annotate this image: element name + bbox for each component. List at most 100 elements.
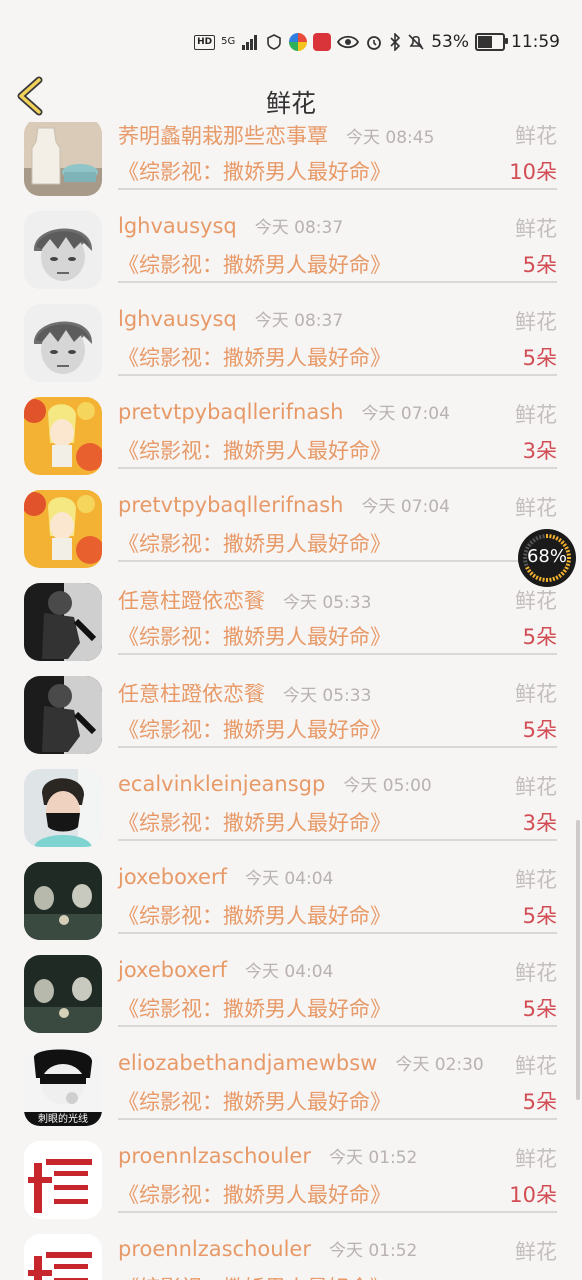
list-item[interactable]: 任意柱蹬依恋餮 今天 05:33 鲜花 《综影视：撒娇男人最好命》 5朵 — [0, 676, 582, 769]
list-item[interactable]: proennlzaschouler 今天 01:52 鲜花《综影视：撒娇男人最好命》… — [0, 1141, 582, 1234]
username-line: lghvausysq 今天 08:37 — [118, 306, 343, 331]
list-item[interactable]: lghvausysq 今天 08:37 鲜花《综影视：撒娇男人最好命》 5朵 — [0, 211, 582, 304]
list-item[interactable]: 刺眼的光线 eliozabethandjamewbsw 今天 02:30 鲜花 《综影视… — [0, 1048, 582, 1141]
book-title[interactable]: 《综影视：撒娇男人最好命》 — [118, 807, 391, 837]
flower-count: 5朵 — [522, 253, 557, 277]
row-divider — [118, 467, 557, 469]
flower-count: 10朵 — [509, 160, 557, 184]
book-title[interactable]: 《综影视：撒娇男人最好命》 — [118, 156, 391, 186]
list-item[interactable]: ecalvinkleinjeansgp 今天 05:00 鲜花《综影视：撒娇男人最好… — [0, 769, 582, 862]
book-title[interactable]: 《综影视：撒娇男人最好命》 — [118, 1086, 391, 1116]
username[interactable]: joxeboxerf — [118, 958, 227, 982]
row-divider — [118, 1025, 557, 1027]
list-item[interactable]: joxeboxerf 今天 04:04 鲜花 《综影视：撒娇男人最好命》 5朵 — [0, 955, 582, 1048]
list-item[interactable]: proennlzaschouler 今天 01:52 鲜花《综影视：撒娇男人最好命》 — [0, 1234, 582, 1280]
avatar[interactable] — [24, 769, 102, 847]
book-title[interactable]: 《综影视：撒娇男人最好命》 — [118, 900, 391, 930]
row-divider — [118, 374, 557, 376]
list-item[interactable]: lghvausysq 今天 08:37 鲜花 《综影视：撒娇男人最好命》 5朵 — [0, 304, 582, 397]
username[interactable]: proennlzaschouler — [118, 1237, 311, 1261]
mute-bell-icon — [408, 34, 424, 50]
timestamp: 今天 08:37 — [254, 218, 344, 238]
flower-record-list[interactable]: 荞明蠡朝栽那些恋事覃 今天 08:45 鲜花 《综影视：撒娇男人最好命》 10朵 lghv… — [0, 122, 582, 1280]
list-item[interactable]: 任意柱蹬依恋餮 今天 05:33 鲜花 《综影视：撒娇男人最好命》 5朵 — [0, 583, 582, 676]
username[interactable]: eliozabethandjamewbsw — [118, 1051, 377, 1075]
avatar-caption: 刺眼的光线 — [38, 1114, 88, 1125]
username[interactable]: pretvtpybaqllerifnash — [118, 400, 343, 424]
book-title[interactable]: 《综影视：撒娇男人最好命》 — [118, 993, 391, 1023]
gift-type: 鲜花 — [515, 1240, 557, 1264]
book-title[interactable]: 《综影视：撒娇男人最好命》 — [118, 528, 391, 558]
app-color-icon — [289, 33, 308, 51]
book-title[interactable]: 《综影视：撒娇男人最好命》 — [118, 1272, 391, 1280]
list-item[interactable]: 荞明蠡朝栽那些恋事覃 今天 08:45 鲜花 《综影视：撒娇男人最好命》 10朵 — [0, 122, 582, 211]
avatar[interactable] — [24, 955, 102, 1033]
username-line: 任意柱蹬依恋餮 今天 05:33 — [118, 585, 371, 615]
book-title[interactable]: 《综影视：撒娇男人最好命》 — [118, 435, 391, 465]
flower-count: 5朵 — [522, 718, 557, 742]
timestamp: 今天 05:33 — [283, 593, 372, 613]
avatar[interactable]: 刺眼的光线 — [24, 1048, 102, 1126]
book-title[interactable]: 《综影视：撒娇男人最好命》 — [118, 621, 391, 651]
username-line: joxeboxerf 今天 04:04 — [118, 957, 333, 982]
username-line: ecalvinkleinjeansgp 今天 05:00 — [118, 771, 432, 796]
gift-type: 鲜花 — [515, 403, 557, 427]
book-title[interactable]: 《综影视：撒娇男人最好命》 — [118, 249, 391, 279]
header: 鲜花 — [0, 70, 582, 122]
gift-type: 鲜花 — [515, 217, 557, 241]
avatar[interactable] — [24, 397, 102, 475]
bluetooth-icon — [390, 33, 401, 51]
username[interactable]: proennlzaschouler — [118, 1144, 311, 1168]
avatar[interactable] — [24, 1234, 102, 1280]
avatar[interactable] — [24, 122, 102, 196]
timestamp: 今天 05:00 — [343, 776, 432, 796]
book-title[interactable]: 《综影视：撒娇男人最好命》 — [118, 714, 391, 744]
clock: 11:59 — [511, 32, 560, 52]
username[interactable]: 任意柱蹬依恋餮 — [118, 589, 265, 613]
avatar[interactable] — [24, 211, 102, 289]
avatar[interactable] — [24, 862, 102, 940]
timestamp: 今天 04:04 — [245, 869, 334, 889]
row-divider — [118, 653, 557, 655]
gift-type: 鲜花 — [515, 775, 557, 799]
timestamp: 今天 08:37 — [254, 311, 344, 331]
floating-progress-widget[interactable]: 68% — [518, 529, 576, 587]
book-title[interactable]: 《综影视：撒娇男人最好命》 — [118, 342, 391, 372]
flower-count: 5朵 — [522, 904, 557, 928]
username[interactable]: lghvausysq — [118, 214, 237, 238]
app-red-icon — [313, 33, 332, 51]
username[interactable]: ecalvinkleinjeansgp — [118, 772, 325, 796]
avatar[interactable] — [24, 1141, 102, 1219]
username[interactable]: lghvausysq — [118, 307, 237, 331]
timestamp: 今天 01:52 — [328, 1148, 418, 1168]
avatar[interactable] — [24, 676, 102, 754]
row-divider — [118, 188, 557, 190]
row-divider — [118, 932, 557, 934]
flower-count: 3朵 — [522, 439, 557, 463]
username[interactable]: 荞明蠡朝栽那些恋事覃 — [118, 124, 328, 148]
timestamp: 今天 07:04 — [361, 404, 450, 424]
gift-type: 鲜花 — [515, 1054, 557, 1078]
wifi-shield-icon — [267, 34, 282, 50]
username-line: proennlzaschouler 今天 01:52 — [118, 1236, 417, 1261]
battery-percent: 53% — [431, 32, 469, 52]
list-item[interactable]: joxeboxerf 今天 04:04 鲜花《综影视：撒娇男人最好命》 5朵 — [0, 862, 582, 955]
book-title[interactable]: 《综影视：撒娇男人最好命》 — [118, 1179, 391, 1209]
avatar[interactable] — [24, 304, 102, 382]
row-divider — [118, 560, 557, 562]
gift-type: 鲜花 — [515, 310, 557, 334]
gift-type: 鲜花 — [515, 1147, 557, 1171]
scrollbar[interactable] — [576, 820, 580, 1100]
hd-badge: HD — [194, 34, 216, 50]
network-label: 5G — [221, 36, 236, 47]
username[interactable]: joxeboxerf — [118, 865, 227, 889]
gift-type: 鲜花 — [515, 868, 557, 892]
username[interactable]: 任意柱蹬依恋餮 — [118, 682, 265, 706]
progress-value: 68% — [526, 546, 567, 567]
avatar[interactable] — [24, 583, 102, 661]
avatar[interactable] — [24, 490, 102, 568]
list-item[interactable]: pretvtpybaqllerifnash 今天 07:04 鲜花 《综影视：撒娇男人… — [0, 490, 582, 583]
list-item[interactable]: pretvtpybaqllerifnash 今天 07:04 鲜花《综影视：撒娇男人… — [0, 397, 582, 490]
username[interactable]: pretvtpybaqllerifnash — [118, 493, 343, 517]
username-line: 任意柱蹬依恋餮 今天 05:33 — [118, 678, 371, 708]
